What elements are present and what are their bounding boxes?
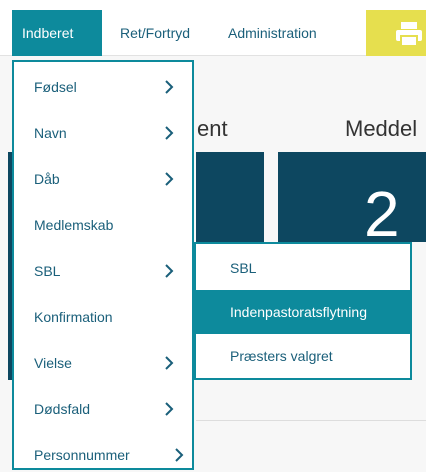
menu-item-label: Dåb (34, 171, 60, 187)
chevron-right-icon (165, 264, 174, 278)
menu-item-label: SBL (34, 263, 61, 279)
menu-item-personnummer[interactable]: Personnummer (14, 432, 192, 472)
nav-tab-ret-fortryd[interactable]: Ret/Fortryd (108, 10, 202, 56)
chevron-right-icon (165, 402, 174, 416)
menu-item-vielse[interactable]: Vielse (14, 340, 192, 386)
menu-item-label: Dødsfald (34, 401, 91, 417)
menu-item-label: Personnummer (34, 447, 130, 463)
background-heading-partial: ent (197, 116, 228, 141)
menu-item-label: Konfirmation (34, 309, 113, 325)
menu-item-daab[interactable]: Dåb (14, 156, 192, 202)
dashboard-tile-middle (196, 152, 264, 242)
menu-item-sbl[interactable]: SBL (14, 248, 192, 294)
chevron-right-icon (165, 356, 174, 370)
nav-tab-indberet[interactable]: Indberet (12, 10, 102, 56)
sbl-submenu: SBL Indenpastoratsflytning Præsters valg… (194, 242, 412, 380)
print-button[interactable] (366, 10, 426, 56)
chevron-right-icon (165, 80, 174, 94)
tile-number: 2 (364, 178, 400, 242)
submenu-item-sbl[interactable]: SBL (196, 246, 410, 290)
top-navigation-bar: Indberet Ret/Fortryd Administration (0, 0, 426, 56)
submenu-item-praesters-valgret[interactable]: Præsters valgret (196, 334, 410, 378)
indberet-dropdown-menu: Fødsel Navn Dåb Medlemskab SBL Konfirmat… (12, 60, 194, 470)
menu-item-label: Navn (34, 125, 67, 141)
menu-item-label: Medlemskab (34, 217, 114, 233)
chevron-right-icon (175, 448, 184, 462)
menu-item-foedsel[interactable]: Fødsel (14, 64, 192, 110)
menu-item-konfirmation[interactable]: Konfirmation (14, 294, 192, 340)
printer-icon (396, 22, 422, 46)
nav-tab-administration[interactable]: Administration (216, 10, 329, 56)
chevron-right-icon (165, 126, 174, 140)
menu-item-navn[interactable]: Navn (14, 110, 192, 156)
menu-item-label: Vielse (34, 355, 72, 371)
menu-item-label: Fødsel (34, 79, 77, 95)
chevron-right-icon (165, 172, 174, 186)
dashboard-tile-right: 2 (278, 152, 426, 242)
menu-item-doedsfald[interactable]: Dødsfald (14, 386, 192, 432)
submenu-item-indenpastoratsflytning[interactable]: Indenpastoratsflytning (196, 290, 410, 334)
background-heading-right-partial: Meddel (345, 116, 418, 141)
divider (196, 420, 426, 421)
menu-item-medlemskab[interactable]: Medlemskab (14, 202, 192, 248)
